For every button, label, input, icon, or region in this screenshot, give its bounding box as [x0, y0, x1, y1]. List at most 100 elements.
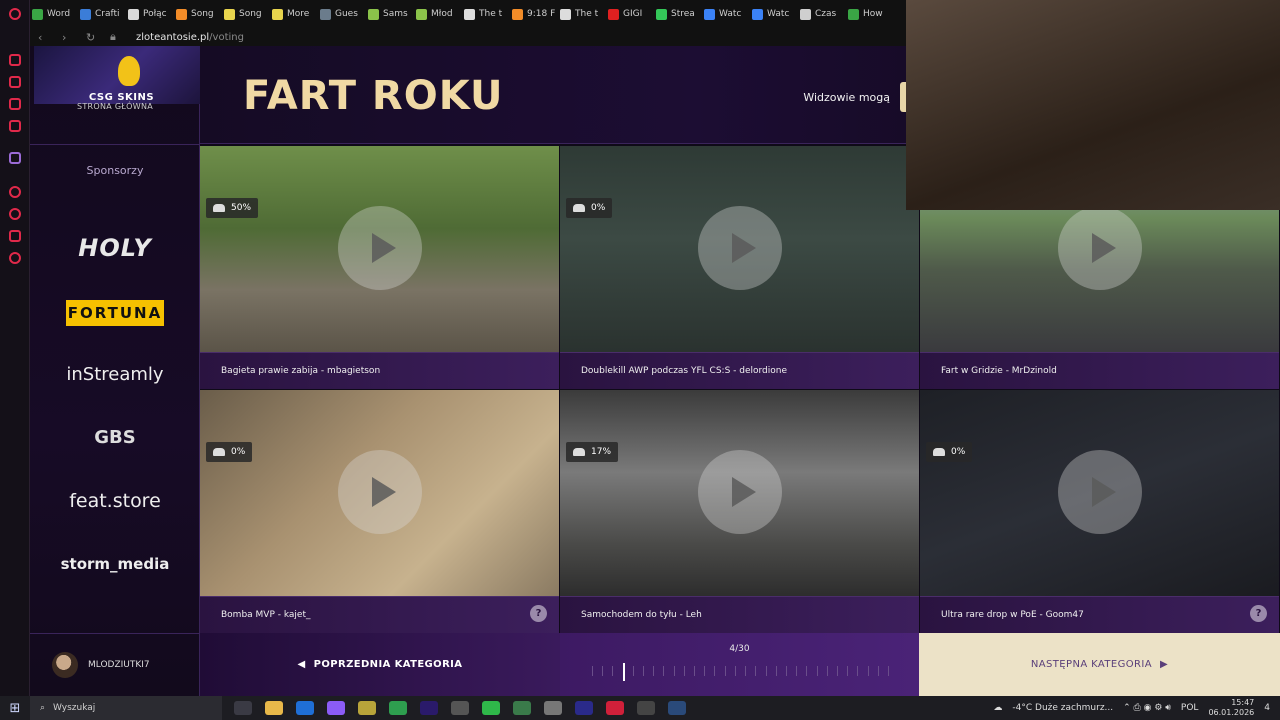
help-icon[interactable]: ? [530, 605, 547, 622]
app-icon[interactable] [327, 701, 345, 715]
progress-tick [714, 666, 716, 676]
page-sidebar: CSG SKINS STRONA GŁÓWNA Sponsorzy HOLY F… [30, 46, 209, 696]
app-icon[interactable] [358, 701, 376, 715]
bookmark-item[interactable]: Gues [320, 8, 366, 20]
steam-icon[interactable] [451, 701, 469, 715]
clip-card[interactable]: 0% Ultra rare drop w PoE - Goom47 ? [920, 390, 1279, 633]
opera-taskbar-icon[interactable] [606, 701, 624, 715]
bookmark-item[interactable]: Song [224, 8, 270, 20]
bookmark-item[interactable]: Crafti [80, 8, 126, 20]
progress-tick [857, 666, 859, 676]
notifications-badge[interactable]: 4 [1264, 703, 1270, 713]
clock[interactable]: 15:47 06.01.2026 [1208, 698, 1254, 718]
bookmark-label: Gues [335, 9, 358, 19]
clip-card[interactable]: 17% Samochodem do tyłu - Leh [560, 390, 919, 633]
bookmark-item[interactable]: Czas [800, 8, 846, 20]
task-view-icon[interactable] [234, 701, 252, 715]
forward-icon[interactable]: › [62, 31, 78, 44]
messenger-icon[interactable] [9, 120, 21, 132]
category-navigation: ◀ POPRZEDNIA KATEGORIA 4/30 NASTĘPNA KAT… [200, 633, 1280, 696]
bookmark-label: More [287, 9, 310, 19]
clip-title: Fart w Gridzie - MrDzinold [920, 352, 1279, 389]
bookmark-item[interactable]: Watc [704, 8, 750, 20]
progress-tick [847, 666, 849, 676]
bookmarks-bar: Word Crafti Połąc Song Song More Gues Sams Młod T… [30, 0, 910, 28]
category-progress: 4/30 [560, 633, 919, 696]
app-icon[interactable] [544, 701, 562, 715]
bookmark-item[interactable]: Połąc [128, 8, 174, 20]
sponsor-stormmedia-logo[interactable]: storm_media [30, 555, 200, 573]
sponsor-fortuna-logo[interactable]: FORTUNA [66, 300, 164, 326]
extensions-icon[interactable] [9, 230, 21, 242]
bookmark-item[interactable]: The t [464, 8, 510, 20]
bookmark-item[interactable]: Word [32, 8, 78, 20]
url-text[interactable]: zloteantosie.pl/voting [136, 32, 244, 43]
bookmark-item[interactable]: Strea [656, 8, 702, 20]
settings-icon[interactable] [9, 252, 21, 264]
steam-icon[interactable] [668, 701, 686, 715]
opera-icon[interactable] [9, 8, 21, 20]
play-icon[interactable] [9, 186, 21, 198]
twitch-icon[interactable] [9, 152, 21, 164]
clip-card[interactable]: 0% Bomba MVP - kajet_ ? [200, 390, 559, 633]
bookmark-item[interactable]: Watc [752, 8, 798, 20]
audition-icon[interactable] [575, 701, 593, 715]
sidebar-divider [30, 144, 200, 145]
obs-icon[interactable] [637, 701, 655, 715]
clock-icon[interactable] [9, 208, 21, 220]
weather-text[interactable]: -4°C Duże zachmurz... [1012, 703, 1113, 713]
reload-icon[interactable]: ↻ [86, 31, 102, 44]
taskbar-search[interactable]: ⌕ Wyszukaj [30, 696, 222, 720]
sponsor-holy-logo[interactable]: HOLY [30, 234, 200, 262]
clip-card[interactable]: 0% Doublekill AWP podczas YFL CS:S - del… [560, 146, 919, 389]
bookmark-item[interactable]: How [848, 8, 894, 20]
address-bar[interactable]: ‹ › ↻ 🔒︎ zloteantosie.pl/voting [30, 28, 910, 46]
back-icon[interactable]: ‹ [38, 31, 54, 44]
play-button[interactable] [698, 450, 782, 534]
play-button[interactable] [1058, 206, 1142, 290]
language-indicator[interactable]: POL [1181, 703, 1199, 713]
bookmark-item[interactable]: More [272, 8, 318, 20]
next-category-button[interactable]: NASTĘPNA KATEGORIA ▶ [919, 633, 1280, 696]
premiere-icon[interactable] [420, 701, 438, 715]
excel-icon[interactable] [389, 701, 407, 715]
bookmark-item[interactable]: Młod [416, 8, 462, 20]
help-icon[interactable]: ? [1250, 605, 1267, 622]
bookmark-icon [704, 8, 715, 20]
bookmark-item[interactable]: Sams [368, 8, 414, 20]
search-input[interactable]: Wyszukaj [53, 703, 95, 713]
app-icon[interactable] [513, 701, 531, 715]
bag-icon[interactable] [9, 76, 21, 88]
bookmark-item[interactable]: 9:18 F [512, 8, 558, 20]
windows-start-icon[interactable]: ⊞ [0, 701, 30, 716]
site-logo[interactable]: CSG SKINS [34, 46, 209, 104]
mail-icon[interactable] [296, 701, 314, 715]
refresh-icon[interactable] [9, 54, 21, 66]
progress-tick [643, 666, 645, 676]
bookmark-item[interactable]: Song [176, 8, 222, 20]
user-profile[interactable]: MLODZIUTKI7 [30, 633, 200, 696]
tray-icons[interactable]: ⌃ ⎙ ◉ ⚙ 🔊︎ [1123, 703, 1171, 713]
app-icon[interactable] [482, 701, 500, 715]
bookmark-icon [608, 8, 619, 20]
sponsor-gbs-logo[interactable]: GBS [30, 427, 200, 448]
play-button[interactable] [338, 206, 422, 290]
sponsor-instreamly-logo[interactable]: inStreamly [30, 364, 200, 385]
user-name: MLODZIUTKI7 [88, 660, 150, 670]
bookmark-item[interactable]: The t [560, 8, 606, 20]
bookmark-label: Połąc [143, 9, 167, 19]
clip-title: Ultra rare drop w PoE - Goom47 [920, 596, 1279, 633]
sponsor-featstore-logo[interactable]: feat.store [30, 490, 200, 512]
bookmark-item[interactable]: GIGI [608, 8, 654, 20]
home-link[interactable]: STRONA GŁÓWNA [30, 102, 200, 111]
progress-tick [806, 666, 808, 676]
previous-category-button[interactable]: ◀ POPRZEDNIA KATEGORIA [200, 633, 560, 696]
chat-icon[interactable] [9, 98, 21, 110]
clip-card[interactable]: 50% Bagieta prawie zabija - mbagietson [200, 146, 559, 389]
play-button[interactable] [698, 206, 782, 290]
play-button[interactable] [1058, 450, 1142, 534]
search-icon: ⌕ [40, 703, 46, 713]
play-button[interactable] [338, 450, 422, 534]
file-explorer-icon[interactable] [265, 701, 283, 715]
clock-time: 15:47 [1231, 698, 1255, 707]
